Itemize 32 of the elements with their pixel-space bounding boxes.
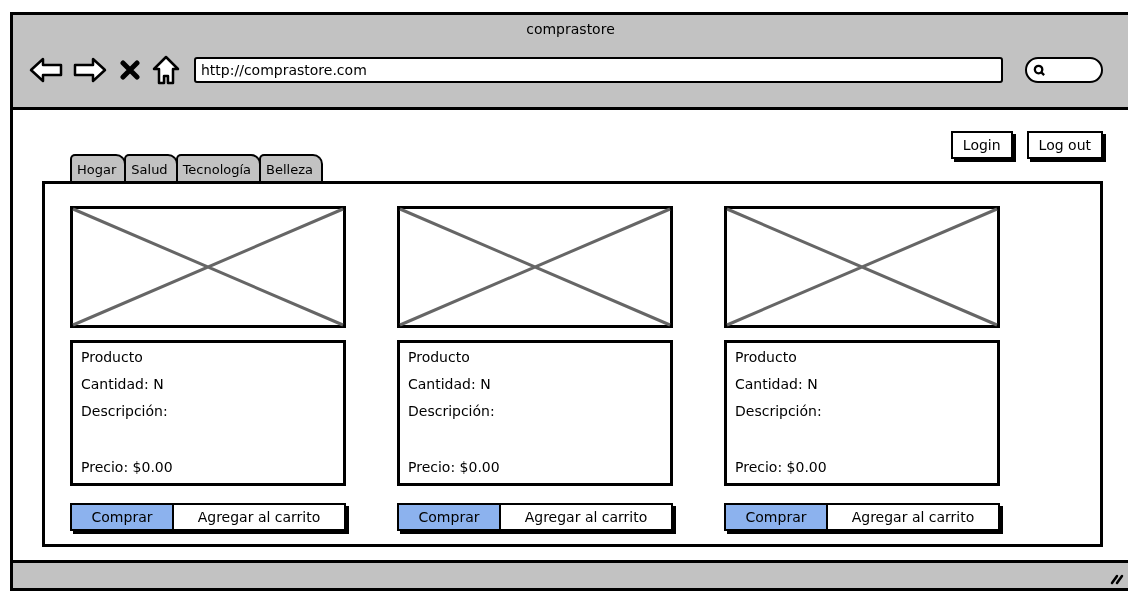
home-icon[interactable] — [152, 55, 180, 85]
add-to-cart-button[interactable]: Agregar al carrito — [173, 503, 346, 531]
product-quantity: Cantidad: N — [81, 375, 165, 394]
product-price: Precio: $0.00 — [735, 458, 828, 477]
product-quantity: Cantidad: N — [408, 375, 492, 394]
product-description: Descripción: — [735, 402, 823, 421]
add-to-cart-button[interactable]: Agregar al carrito — [500, 503, 673, 531]
back-arrow-icon[interactable] — [28, 56, 64, 84]
search-field[interactable] — [1025, 57, 1103, 83]
add-to-cart-button[interactable]: Agregar al carrito — [827, 503, 1000, 531]
product-description: Descripción: — [81, 402, 169, 421]
category-tab[interactable]: Hogar — [70, 154, 127, 181]
window-title: comprastore — [525, 20, 616, 39]
logout-button[interactable]: Log out — [1026, 131, 1103, 159]
product-name: Producto — [408, 348, 471, 367]
address-bar[interactable]: http://comprastore.com — [194, 57, 1003, 83]
login-button[interactable]: Login — [950, 131, 1013, 159]
category-tab[interactable]: Belleza — [259, 154, 324, 181]
category-tab[interactable]: Salud — [124, 154, 178, 181]
close-icon[interactable] — [120, 60, 140, 80]
category-tab[interactable]: Tecnología — [175, 154, 262, 181]
forward-arrow-icon[interactable] — [72, 56, 108, 84]
buy-button[interactable]: Comprar — [724, 503, 827, 531]
product-name: Producto — [81, 348, 144, 367]
buy-button[interactable]: Comprar — [397, 503, 500, 531]
buy-button[interactable]: Comprar — [70, 503, 173, 531]
product-quantity: Cantidad: N — [735, 375, 819, 394]
search-icon — [1033, 63, 1046, 77]
product-price: Precio: $0.00 — [81, 458, 174, 477]
product-price: Precio: $0.00 — [408, 458, 501, 477]
product-name: Producto — [735, 348, 798, 367]
product-description: Descripción: — [408, 402, 496, 421]
